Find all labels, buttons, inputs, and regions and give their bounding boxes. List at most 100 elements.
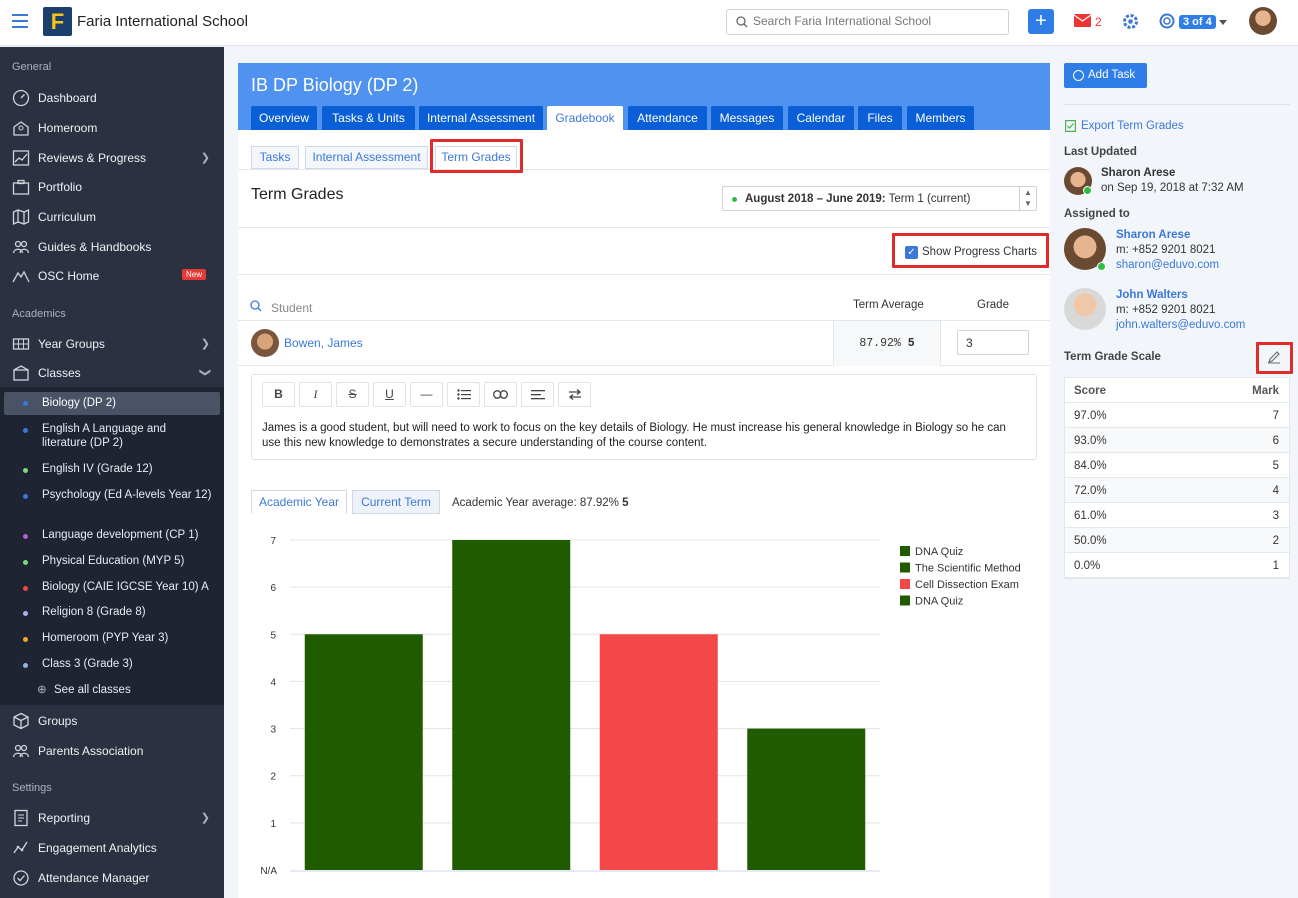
class-item[interactable]: Biology (CAIE IGCSE Year 10) A bbox=[0, 580, 224, 598]
class-color-dot bbox=[23, 401, 28, 406]
right-panel: Add Task Export Term Grades Last Updated… bbox=[1064, 63, 1293, 898]
grade-input[interactable]: 3 bbox=[957, 330, 1029, 355]
chevron-right-icon[interactable]: ❯ bbox=[201, 337, 210, 350]
sidebar-item-osc-home[interactable]: OSC Home New bbox=[0, 263, 224, 289]
strikethrough-button[interactable]: S bbox=[336, 382, 369, 407]
sidebar-item-reviews[interactable]: Reviews & Progress ❯ bbox=[0, 145, 224, 171]
chevron-right-icon[interactable]: ❯ bbox=[201, 151, 210, 164]
tab-academic-year[interactable]: Academic Year bbox=[251, 490, 347, 514]
see-all-classes[interactable]: ⊕ See all classes bbox=[0, 683, 224, 701]
tab-files[interactable]: Files bbox=[858, 106, 902, 130]
comment-editor[interactable]: B I S U — James is a good student, but w… bbox=[251, 374, 1037, 460]
col-term-average: Term Average bbox=[853, 299, 924, 311]
class-item[interactable]: Religion 8 (Grade 8) bbox=[0, 605, 224, 623]
class-label: Biology (DP 2) bbox=[42, 397, 116, 409]
menu-icon[interactable] bbox=[12, 14, 28, 28]
class-label: Physical Education (MYP 5) bbox=[42, 555, 185, 567]
sidebar-item-guides[interactable]: Guides & Handbooks bbox=[0, 234, 224, 260]
align-button[interactable] bbox=[521, 382, 554, 407]
chevron-down-icon[interactable] bbox=[1219, 20, 1227, 25]
y-tick-label: 6 bbox=[270, 583, 276, 594]
sidebar-item-dashboard[interactable]: Dashboard bbox=[0, 85, 224, 111]
sidebar-item-classes[interactable]: Classes ❯ bbox=[0, 360, 224, 386]
sidebar-item-label: Homeroom bbox=[38, 121, 98, 135]
student-filter[interactable]: Student bbox=[271, 301, 312, 315]
tab-attendance[interactable]: Attendance bbox=[628, 106, 707, 130]
sidebar-item-label: Dashboard bbox=[38, 91, 97, 105]
italic-button[interactable]: I bbox=[299, 382, 332, 407]
mail-count[interactable]: 2 bbox=[1095, 15, 1102, 29]
tab-overview[interactable]: Overview bbox=[251, 106, 317, 130]
legend-swatch bbox=[900, 546, 910, 556]
page-title: IB DP Biology (DP 2) bbox=[251, 75, 419, 95]
progress-chart-svg: N/A 1 2 3 4 5 6 7 DNA Quiz The Scientific Method C… bbox=[260, 536, 1020, 877]
sidebar-item-label: Parents Association bbox=[38, 744, 144, 758]
horizontal-rule-button[interactable]: — bbox=[410, 382, 443, 407]
sidebar-item-parents[interactable]: Parents Association bbox=[0, 738, 224, 764]
search-input[interactable] bbox=[753, 14, 993, 28]
search-box[interactable] bbox=[726, 9, 1009, 35]
swap-button[interactable] bbox=[558, 382, 591, 407]
tab-messages[interactable]: Messages bbox=[711, 106, 783, 130]
class-item[interactable]: Biology (DP 2) bbox=[4, 392, 220, 415]
class-item[interactable]: Language development (CP 1) bbox=[0, 528, 224, 546]
comment-text[interactable]: James is a good student, but will need t… bbox=[262, 421, 1027, 451]
class-color-dot bbox=[23, 586, 28, 591]
sidebar-item-curriculum[interactable]: Curriculum bbox=[0, 204, 224, 230]
subtab-internal-assessment[interactable]: Internal Assessment bbox=[305, 146, 428, 169]
class-item[interactable]: Physical Education (MYP 5) bbox=[0, 554, 224, 572]
add-task-button[interactable]: Add Task bbox=[1064, 63, 1147, 88]
tab-internal-assessment[interactable]: Internal Assessment bbox=[419, 106, 543, 130]
stepper-icon[interactable]: ▲ ▼ bbox=[1019, 187, 1036, 210]
table-row: 61.0% 3 bbox=[1065, 503, 1289, 528]
assignee-email[interactable]: sharon@eduvo.com bbox=[1116, 258, 1219, 273]
assignee-name[interactable]: John Walters bbox=[1116, 288, 1188, 303]
sidebar-item-homeroom[interactable]: Homeroom bbox=[0, 115, 224, 141]
tab-gradebook[interactable]: Gradebook bbox=[547, 106, 623, 130]
updated-on: on Sep 19, 2018 at 7:32 AM bbox=[1101, 182, 1244, 194]
link-button[interactable] bbox=[484, 382, 517, 407]
sidebar-item-year-groups[interactable]: Year Groups ❯ bbox=[0, 331, 224, 357]
sidebar-item-reporting[interactable]: Reporting ❯ bbox=[0, 805, 224, 831]
sidebar-item-engagement[interactable]: Engagement Analytics bbox=[0, 835, 224, 861]
class-item[interactable]: English IV (Grade 12) bbox=[0, 462, 224, 480]
online-status-dot bbox=[1097, 262, 1106, 271]
class-item[interactable]: Homeroom (PYP Year 3) bbox=[0, 631, 224, 649]
tab-calendar[interactable]: Calendar bbox=[788, 106, 854, 130]
sidebar-item-groups[interactable]: Groups bbox=[0, 708, 224, 734]
analytics-icon bbox=[13, 841, 28, 854]
user-avatar[interactable] bbox=[1249, 7, 1277, 35]
sidebar-item-attendance[interactable]: Attendance Manager bbox=[0, 865, 224, 891]
term-select[interactable]: August 2018 – June 2019: Term 1 (current… bbox=[722, 186, 1037, 211]
chevron-down-icon[interactable]: ❯ bbox=[199, 368, 212, 377]
chevron-right-icon[interactable]: ❯ bbox=[201, 811, 210, 824]
bold-button[interactable]: B bbox=[262, 382, 295, 407]
list-button[interactable] bbox=[447, 382, 480, 407]
class-item[interactable]: Psychology (Ed A-levels Year 12) bbox=[0, 488, 224, 516]
class-item[interactable]: English A Language and literature (DP 2) bbox=[0, 422, 224, 450]
gear-icon[interactable] bbox=[1122, 13, 1139, 30]
student-name[interactable]: Bowen, James bbox=[284, 336, 363, 350]
mountain-icon bbox=[12, 270, 30, 283]
pager-badge[interactable]: 3 of 4 bbox=[1179, 15, 1216, 29]
add-button[interactable]: + bbox=[1028, 9, 1054, 34]
tab-tasks-units[interactable]: Tasks & Units bbox=[322, 106, 415, 130]
tab-current-term[interactable]: Current Term bbox=[352, 490, 440, 514]
y-tick-label: N/A bbox=[260, 866, 277, 877]
sidebar-item-portfolio[interactable]: Portfolio bbox=[0, 174, 224, 200]
tab-members[interactable]: Members bbox=[907, 106, 974, 130]
scale-header: Score Mark bbox=[1065, 378, 1289, 403]
assignee-email[interactable]: john.walters@eduvo.com bbox=[1116, 318, 1245, 333]
attendance-icon bbox=[13, 870, 29, 886]
underline-button[interactable]: U bbox=[373, 382, 406, 407]
school-name[interactable]: Faria International School bbox=[77, 13, 248, 30]
mail-icon[interactable] bbox=[1074, 14, 1091, 27]
help-icon[interactable] bbox=[1159, 13, 1175, 29]
school-logo[interactable]: F bbox=[43, 7, 72, 36]
class-color-dot bbox=[23, 494, 28, 499]
assignee-name[interactable]: Sharon Arese bbox=[1116, 228, 1190, 243]
class-item[interactable]: Class 3 (Grade 3) bbox=[0, 657, 224, 675]
subtab-tasks[interactable]: Tasks bbox=[251, 146, 299, 169]
class-label: English IV (Grade 12) bbox=[42, 463, 153, 475]
assignee-avatar bbox=[1064, 288, 1106, 330]
